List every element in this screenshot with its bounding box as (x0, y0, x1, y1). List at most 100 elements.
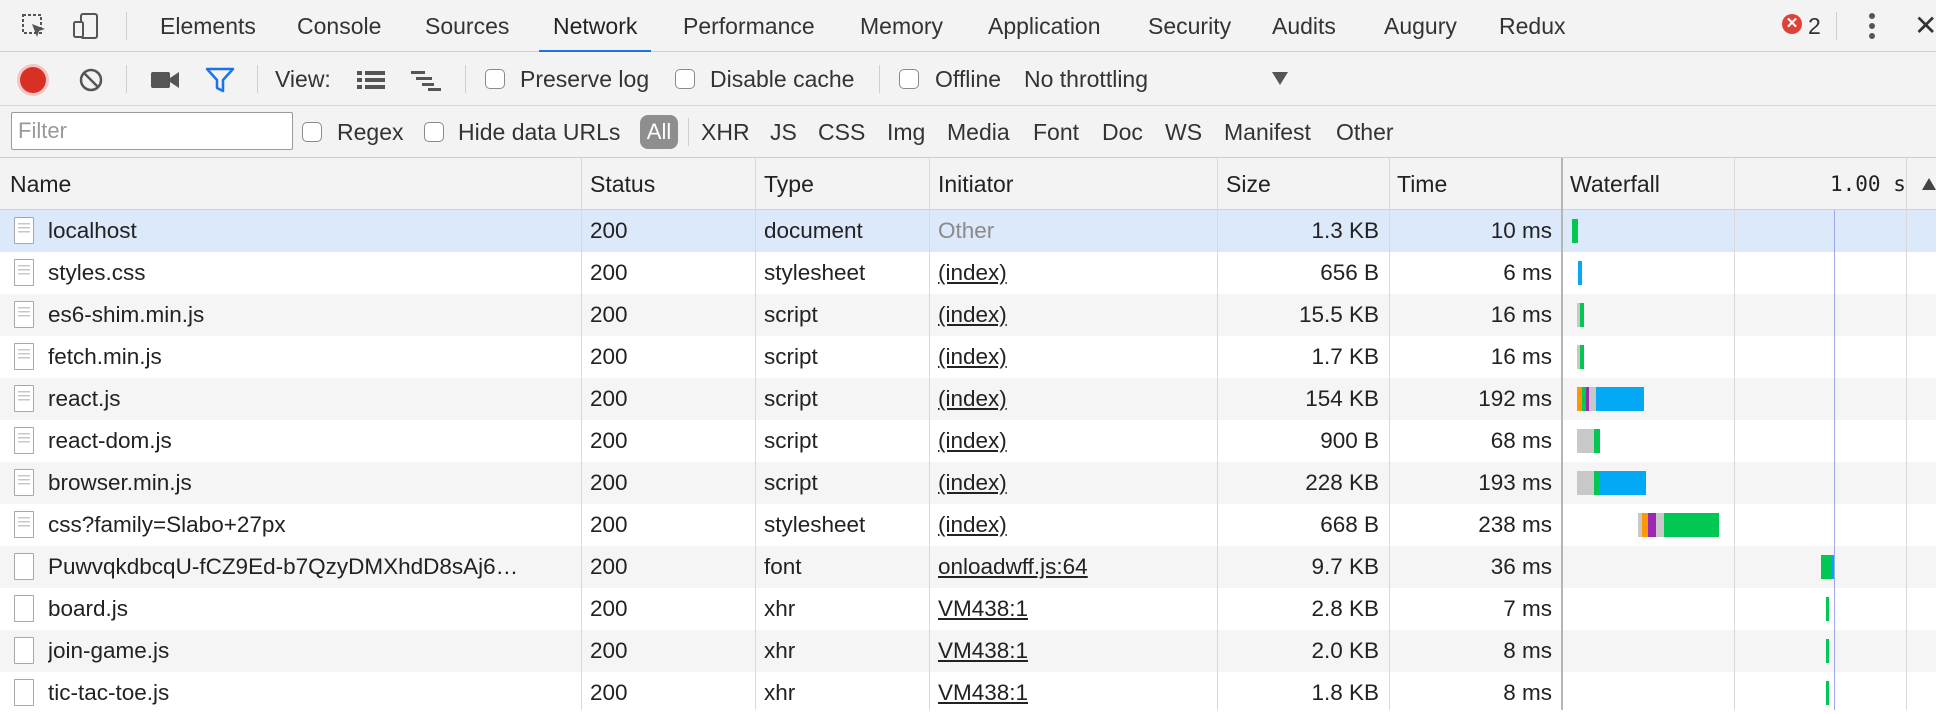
inspect-element-icon[interactable] (20, 12, 48, 40)
offline-label[interactable]: Offline (935, 52, 1001, 106)
tab-sources[interactable]: Sources (425, 0, 509, 52)
request-initiator[interactable]: VM438:1 (938, 588, 1028, 630)
throttling-dropdown-arrow-icon[interactable] (1272, 72, 1288, 85)
filter-icon[interactable] (205, 67, 235, 93)
large-rows-icon[interactable] (356, 69, 386, 91)
table-row[interactable]: react.js 200 script (index) 154 KB 192 ms (0, 378, 1936, 420)
hide-data-urls-checkbox[interactable] (424, 122, 444, 142)
hide-data-urls-label[interactable]: Hide data URLs (458, 106, 620, 158)
overview-icon[interactable] (410, 69, 442, 91)
request-name[interactable]: styles.css (48, 252, 568, 294)
column-header-waterfall[interactable]: Waterfall (1570, 158, 1660, 210)
column-header-size[interactable]: Size (1226, 158, 1271, 210)
filter-type-all[interactable]: All (640, 115, 678, 149)
clear-icon[interactable] (78, 67, 104, 93)
table-row[interactable]: PuwvqkdbcqU-fCZ9Ed-b7QzyDMXhdD8sAj6… 200 f… (0, 546, 1936, 588)
request-name[interactable]: join-game.js (48, 630, 568, 672)
request-initiator[interactable]: VM438:1 (938, 672, 1028, 714)
capture-screenshots-icon[interactable] (150, 69, 180, 91)
request-initiator[interactable]: (index) (938, 336, 1007, 378)
column-divider[interactable] (755, 158, 756, 710)
request-name[interactable]: localhost (48, 210, 568, 252)
disable-cache-label[interactable]: Disable cache (710, 52, 854, 106)
more-options-icon[interactable] (1862, 10, 1882, 42)
request-name[interactable]: tic-tac-toe.js (48, 672, 568, 714)
column-header-name[interactable]: Name (10, 158, 71, 210)
regex-checkbox[interactable] (302, 122, 322, 142)
device-toolbar-icon[interactable] (72, 12, 100, 40)
tab-performance[interactable]: Performance (683, 0, 815, 52)
record-button[interactable] (20, 67, 46, 93)
request-initiator[interactable]: (index) (938, 294, 1007, 336)
table-row[interactable]: fetch.min.js 200 script (index) 1.7 KB 16 ms (0, 336, 1936, 378)
disable-cache-checkbox[interactable] (675, 69, 695, 89)
tab-console[interactable]: Console (297, 0, 381, 52)
tab-network[interactable]: Network (538, 0, 652, 53)
column-divider[interactable] (1389, 158, 1390, 710)
filter-type-ws[interactable]: WS (1165, 106, 1202, 158)
tab-redux[interactable]: Redux (1499, 0, 1565, 52)
column-divider[interactable] (1561, 158, 1563, 710)
table-row[interactable]: es6-shim.min.js 200 script (index) 15.5 KB 16… (0, 294, 1936, 336)
request-initiator[interactable]: (index) (938, 462, 1007, 504)
column-header-type[interactable]: Type (764, 158, 814, 210)
request-initiator[interactable]: onloadwff.js:64 (938, 546, 1088, 588)
error-icon[interactable]: ✕ (1782, 14, 1802, 34)
request-initiator[interactable]: (index) (938, 504, 1007, 546)
request-initiator[interactable]: (index) (938, 378, 1007, 420)
filter-type-xhr[interactable]: XHR (701, 106, 750, 158)
request-time: 16 ms (1490, 344, 1552, 369)
throttling-select[interactable]: No throttling (1024, 52, 1148, 106)
table-row[interactable]: localhost 200 document Other 1.3 KB 10 ms (0, 210, 1936, 252)
filter-type-manifest[interactable]: Manifest (1224, 106, 1311, 158)
request-name[interactable]: fetch.min.js (48, 336, 568, 378)
filter-input[interactable] (11, 112, 293, 150)
table-row[interactable]: join-game.js 200 xhr VM438:1 2.0 KB 8 ms (0, 630, 1936, 672)
filter-type-other[interactable]: Other (1336, 106, 1394, 158)
request-name[interactable]: board.js (48, 588, 568, 630)
request-initiator[interactable]: (index) (938, 420, 1007, 462)
toolbar-divider (126, 12, 127, 40)
column-header-initiator[interactable]: Initiator (938, 158, 1013, 210)
tab-security[interactable]: Security (1148, 0, 1231, 52)
column-header-time[interactable]: Time (1397, 158, 1447, 210)
tab-memory[interactable]: Memory (860, 0, 943, 52)
filter-type-media[interactable]: Media (947, 106, 1010, 158)
waterfall-bar-segment (1578, 261, 1582, 285)
request-name[interactable]: PuwvqkdbcqU-fCZ9Ed-b7QzyDMXhdD8sAj6… (48, 546, 568, 588)
sort-ascending-icon[interactable] (1922, 178, 1936, 190)
request-name[interactable]: css?family=Slabo+27px (48, 504, 568, 546)
regex-label[interactable]: Regex (337, 106, 403, 158)
filter-type-js[interactable]: JS (770, 106, 797, 158)
table-row[interactable]: browser.min.js 200 script (index) 228 KB 193 … (0, 462, 1936, 504)
table-row[interactable]: board.js 200 xhr VM438:1 2.8 KB 7 ms (0, 588, 1936, 630)
request-name[interactable]: es6-shim.min.js (48, 294, 568, 336)
column-divider[interactable] (1217, 158, 1218, 710)
request-name[interactable]: react.js (48, 378, 568, 420)
request-type: font (764, 554, 802, 579)
table-row[interactable]: styles.css 200 stylesheet (index) 656 B 6 ms (0, 252, 1936, 294)
table-row[interactable]: tic-tac-toe.js 200 xhr VM438:1 1.8 KB 8 ms (0, 672, 1936, 714)
table-row[interactable]: react-dom.js 200 script (index) 900 B 68 ms (0, 420, 1936, 462)
preserve-log-checkbox[interactable] (485, 69, 505, 89)
tab-augury[interactable]: Augury (1384, 0, 1457, 52)
request-initiator[interactable]: (index) (938, 252, 1007, 294)
offline-checkbox[interactable] (899, 69, 919, 89)
preserve-log-label[interactable]: Preserve log (520, 52, 649, 106)
close-devtools-button[interactable]: ✕ (1914, 0, 1936, 52)
filter-type-font[interactable]: Font (1033, 106, 1079, 158)
column-header-status[interactable]: Status (590, 158, 655, 210)
request-initiator[interactable]: VM438:1 (938, 630, 1028, 672)
filter-type-css[interactable]: CSS (818, 106, 865, 158)
error-count[interactable]: 2 (1808, 0, 1821, 52)
request-name[interactable]: browser.min.js (48, 462, 568, 504)
table-row[interactable]: css?family=Slabo+27px 200 stylesheet (index… (0, 504, 1936, 546)
filter-type-doc[interactable]: Doc (1102, 106, 1143, 158)
tab-audits[interactable]: Audits (1272, 0, 1336, 52)
filter-type-img[interactable]: Img (887, 106, 925, 158)
tab-elements[interactable]: Elements (160, 0, 256, 52)
request-name[interactable]: react-dom.js (48, 420, 568, 462)
column-divider[interactable] (929, 158, 930, 710)
column-divider[interactable] (581, 158, 582, 710)
tab-application[interactable]: Application (988, 0, 1101, 52)
